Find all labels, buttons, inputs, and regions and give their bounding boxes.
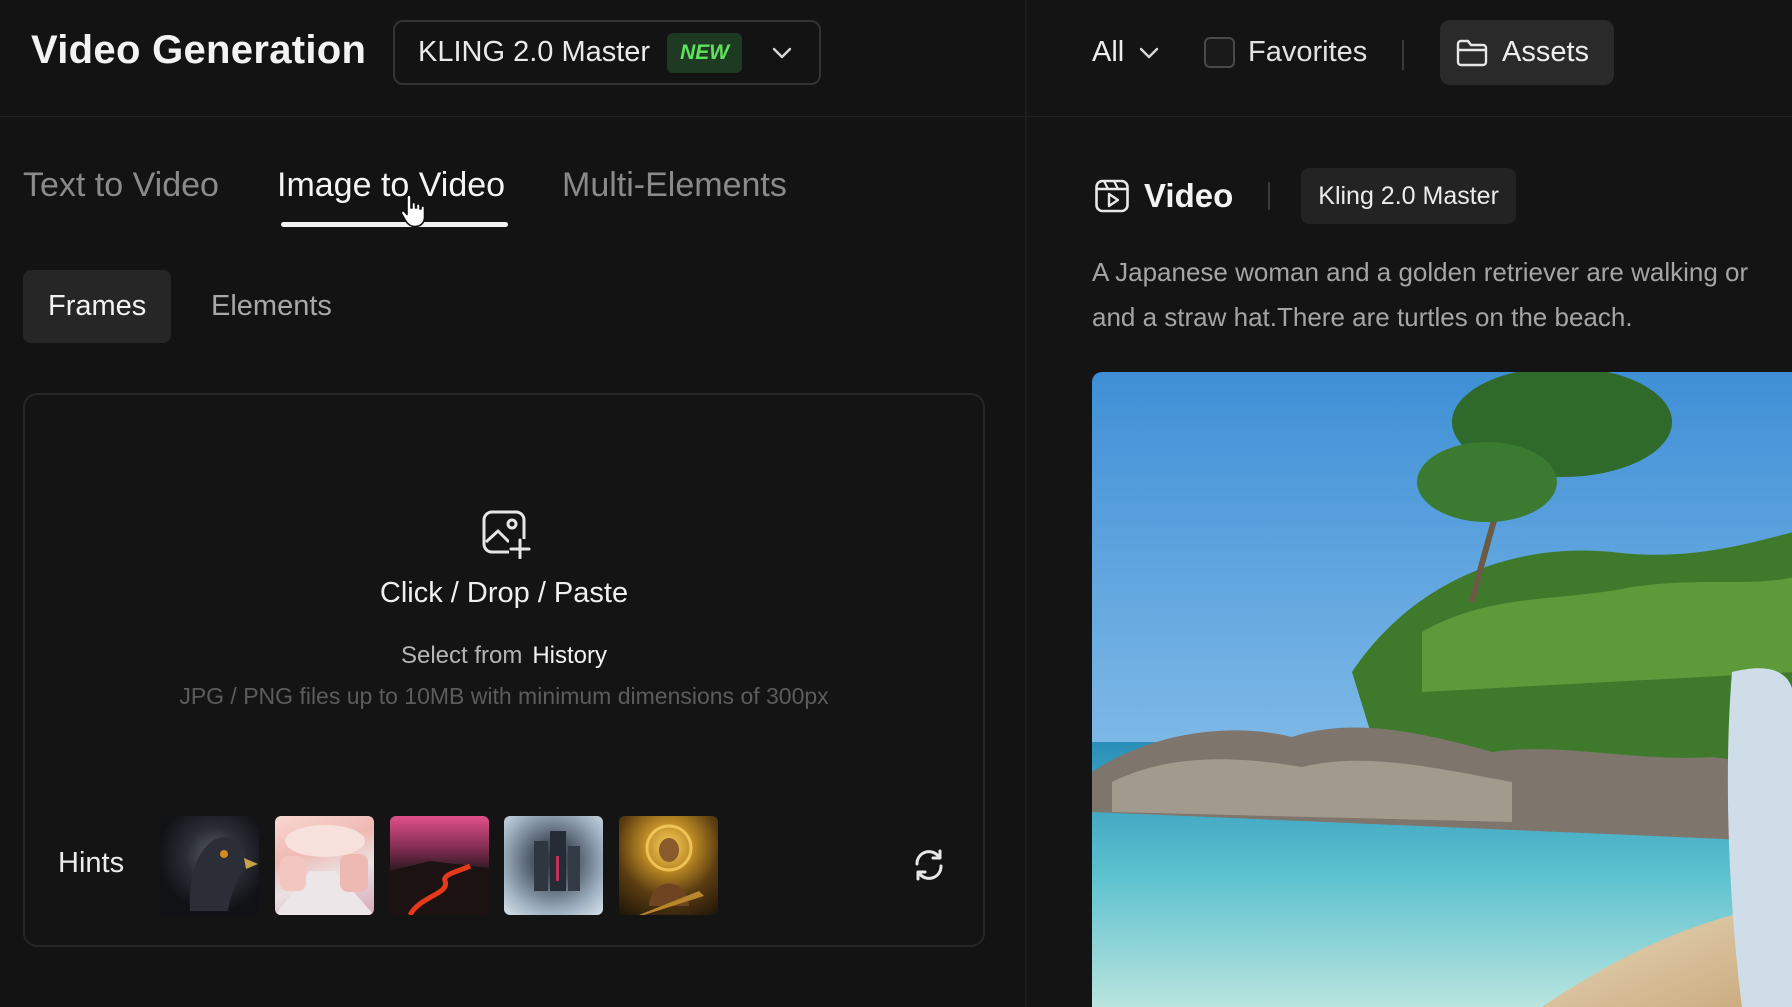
active-tab-indicator [281, 222, 508, 227]
hint-thumbnail-volcano[interactable] [390, 816, 489, 915]
model-chip: Kling 2.0 Master [1301, 168, 1516, 224]
subtab-frames[interactable]: Frames [23, 270, 172, 343]
add-image-icon [481, 509, 531, 564]
favorites-checkbox[interactable] [1204, 37, 1235, 68]
results-panel: All Favorites Assets Video Kling 2.0 Mas… [1025, 0, 1792, 1007]
hint-thumbnail-misty-city[interactable] [504, 816, 603, 915]
history-link[interactable]: History [532, 642, 607, 669]
page-title: Video Generation [31, 28, 367, 72]
header-divider [1268, 182, 1271, 210]
chevron-down-icon [1138, 42, 1160, 64]
assets-button[interactable]: Assets [1440, 20, 1614, 85]
model-dropdown[interactable]: KLING 2.0 Master NEW [393, 20, 821, 85]
left-header: Video Generation KLING 2.0 Master NEW [0, 0, 1025, 117]
hint-thumbnail-golden-woman[interactable] [619, 816, 718, 915]
upload-requirements: JPG / PNG files up to 10MB with minimum … [179, 683, 829, 709]
mode-tabs: Text to Video Image to Video Multi-Eleme… [0, 150, 1025, 240]
filter-label: All [1092, 36, 1125, 68]
prompt-line-2: and a straw hat.There are turtles on the… [1092, 302, 1633, 332]
upload-instruction: Click / Drop / Paste [379, 577, 629, 609]
app-root: Video Generation KLING 2.0 Master NEW Te… [0, 0, 1792, 1007]
image-upload-dropzone[interactable]: Click / Drop / Paste Select from History … [23, 393, 985, 947]
video-preview[interactable] [1092, 372, 1792, 1007]
toolbar-divider [1402, 40, 1404, 70]
chevron-down-icon [771, 42, 793, 69]
assets-label: Assets [1502, 36, 1590, 68]
hint-thumbnail-pink-street[interactable] [275, 816, 374, 915]
tab-multi-elements[interactable]: Multi-Elements [562, 166, 787, 205]
prompt-line-1: A Japanese woman and a golden retriever … [1092, 257, 1749, 287]
model-name: KLING 2.0 Master [418, 36, 651, 68]
folder-icon [1456, 39, 1488, 66]
tab-text-to-video[interactable]: Text to Video [23, 166, 219, 205]
result-type-label: Video [1144, 177, 1234, 214]
filter-dropdown[interactable]: All [1092, 36, 1160, 69]
hint-thumbnail-eagle[interactable] [160, 816, 259, 915]
video-icon [1095, 179, 1129, 213]
refresh-hints-icon[interactable] [911, 847, 947, 888]
new-badge: NEW [667, 32, 743, 73]
results-toolbar: All Favorites Assets [1027, 0, 1792, 117]
select-from-history: Select from History [25, 642, 983, 670]
generation-panel: Video Generation KLING 2.0 Master NEW Te… [0, 0, 1025, 1007]
beach-scene-image [1092, 372, 1792, 1007]
favorites-label: Favorites [1248, 36, 1368, 68]
result-header: Video Kling 2.0 Master [1094, 168, 1516, 224]
subtab-elements[interactable]: Elements [211, 270, 332, 343]
tab-image-to-video[interactable]: Image to Video [277, 166, 505, 205]
result-prompt: A Japanese woman and a golden retriever … [1092, 250, 1792, 340]
hand-cursor-icon [399, 193, 429, 234]
select-prefix: Select from [400, 642, 523, 669]
favorites-toggle[interactable]: Favorites [1204, 36, 1367, 69]
hints-label: Hints [58, 847, 125, 879]
